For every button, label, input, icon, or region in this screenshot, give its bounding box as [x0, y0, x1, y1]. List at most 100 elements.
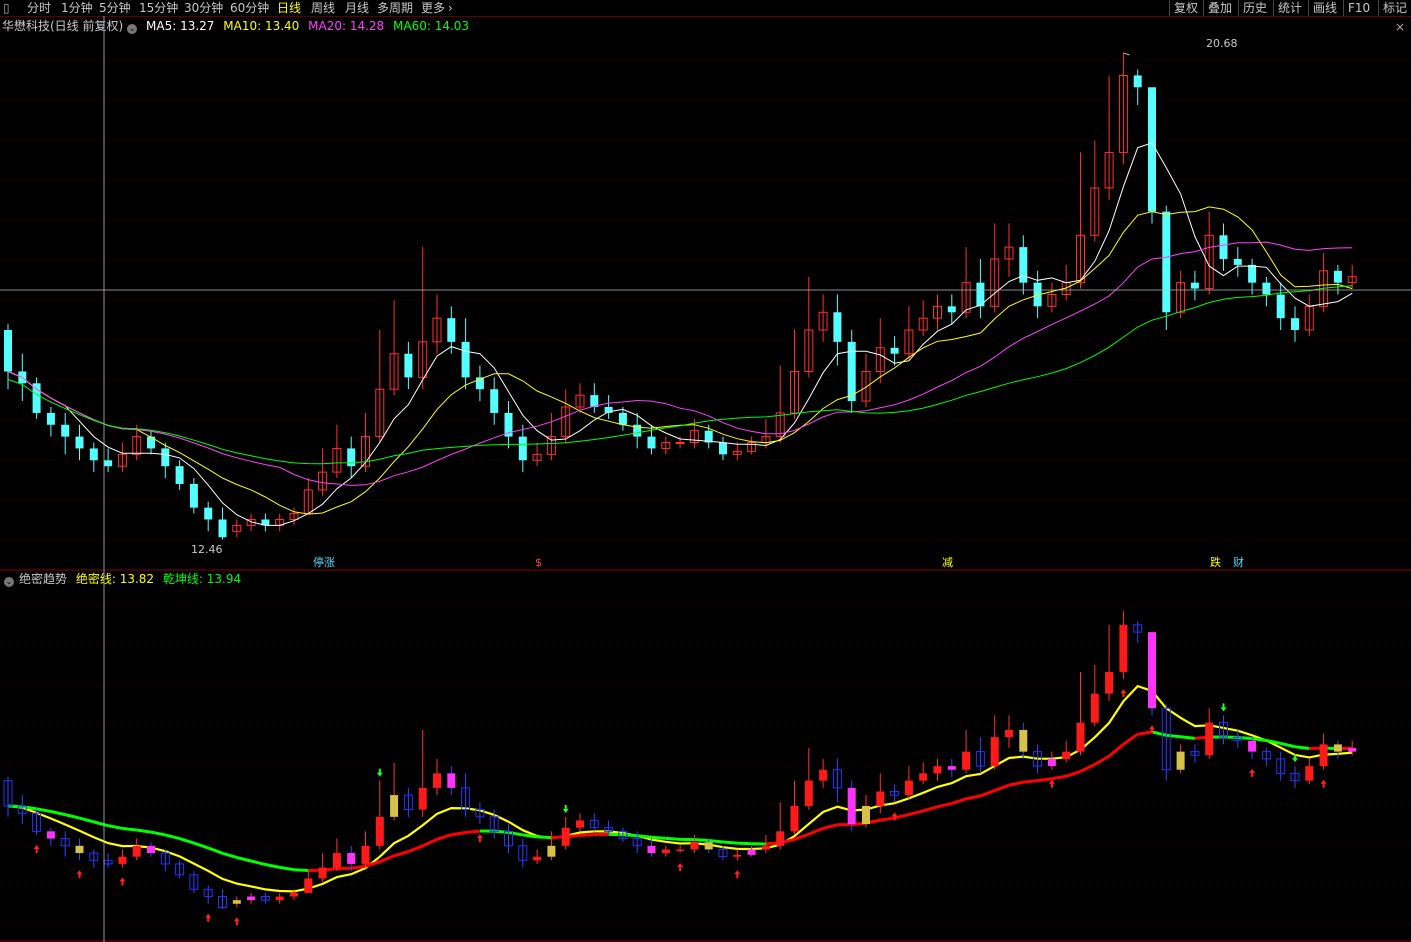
candle-body [1076, 234, 1085, 284]
trend-line-slow [236, 856, 252, 863]
candle-body [504, 412, 513, 437]
tab-period-multi[interactable]: 多周期 [377, 0, 413, 16]
candle-body [518, 436, 527, 461]
indicator-bar [1005, 729, 1013, 738]
candle-body [204, 507, 213, 520]
indicator-bar [218, 896, 227, 908]
indicator-bar [504, 830, 513, 847]
indicator-bar [576, 820, 584, 828]
candle-body [1204, 234, 1214, 290]
candle-body [1276, 294, 1285, 319]
candle-body [147, 436, 155, 449]
candle-body [747, 442, 757, 452]
candle-body [232, 524, 242, 532]
indicator-bar [661, 849, 670, 854]
candle-body [46, 412, 55, 425]
indicator-bar [304, 878, 313, 893]
candle-body [89, 448, 98, 461]
indicator-bar [704, 842, 713, 850]
candle-body [1347, 276, 1357, 284]
candle-body [1176, 282, 1186, 313]
indicator-bar [1233, 736, 1243, 742]
indicator-bar [1219, 722, 1228, 738]
indicator-bar [618, 830, 628, 840]
trend-line-slow [179, 837, 195, 845]
trend-line-slow [908, 809, 924, 816]
tab-period-15min[interactable]: 15分钟 [139, 0, 178, 16]
trend-line-slow [36, 807, 52, 813]
ma60-value: MA60: 14.03 [393, 19, 470, 33]
candle-body [875, 347, 885, 372]
indicator-bar [461, 787, 471, 811]
indicator-bar [547, 845, 556, 857]
close-icon[interactable]: × [1395, 20, 1405, 34]
tab-period-30min[interactable]: 30分钟 [184, 0, 223, 16]
indicator-bar [403, 794, 413, 811]
candle-body [361, 436, 370, 467]
trend-line-slow [1122, 732, 1139, 746]
restore-rights-button[interactable]: 复权 [1169, 0, 1202, 16]
candle-body [947, 306, 956, 313]
chevron-right-icon[interactable]: › [448, 0, 453, 16]
indicator-bar [375, 816, 384, 846]
toolbar-menu-icon[interactable]: ▯ [3, 0, 10, 16]
indicator-bar [32, 812, 42, 832]
indicator-bar [132, 845, 141, 857]
kline-chart[interactable]: 20.68 12.46 停涨 $ 减 跌 财 [0, 0, 1411, 942]
tab-period-month[interactable]: 月线 [345, 0, 369, 16]
indicator-bar [475, 809, 485, 818]
candle-body [318, 471, 328, 491]
trend-line-slow [250, 859, 266, 866]
mark-button[interactable]: 标记 [1378, 0, 1411, 16]
tab-period-realtime[interactable]: 分时 [27, 0, 51, 16]
tab-period-day[interactable]: 日线 [277, 0, 301, 16]
indicator-line2-value: 乾坤线: 13.94 [162, 572, 242, 586]
candle-body [1262, 282, 1271, 295]
indicator-bar [890, 790, 900, 796]
history-button[interactable]: 历史 [1238, 0, 1271, 16]
statistics-button[interactable]: 统计 [1273, 0, 1306, 16]
candle-body [161, 448, 170, 467]
candle-body [961, 282, 971, 313]
indicator-bar [1133, 624, 1143, 633]
candle-body [61, 424, 70, 437]
indicator-line1-value: 绝密线: 13.82 [75, 572, 155, 586]
indicator-bar [832, 769, 842, 789]
tab-period-1min[interactable]: 1分钟 [61, 0, 93, 16]
indicator-bar [103, 859, 113, 865]
ma10-value: MA10: 13.40 [223, 19, 300, 33]
overlay-button[interactable]: 叠加 [1203, 0, 1236, 16]
trend-line-slow [994, 783, 1010, 792]
chevron-down-icon[interactable]: ⌄ [4, 577, 14, 587]
candle-body [389, 353, 399, 390]
f10-button[interactable]: F10 [1343, 0, 1374, 16]
tab-period-week[interactable]: 周线 [311, 0, 335, 16]
trend-line-slow [579, 833, 595, 837]
indicator-bar [1019, 729, 1028, 752]
trend-line-slow [207, 846, 224, 855]
indicator-bar [690, 842, 699, 850]
candle-body [933, 305, 942, 319]
ma5-value: MA5: 13.27 [146, 19, 215, 33]
trend-line-slow [150, 830, 166, 837]
candle-body [461, 341, 470, 378]
candle-body [661, 442, 671, 449]
trend-line-slow [965, 794, 981, 801]
tab-period-more[interactable]: 更多 [421, 0, 445, 16]
tab-period-60min[interactable]: 60分钟 [230, 0, 269, 16]
trend-line-slow [422, 837, 438, 848]
candlesticks [4, 52, 1357, 540]
tab-period-5min[interactable]: 5分钟 [99, 0, 131, 16]
trend-line-slow [922, 805, 938, 813]
candle-body [861, 370, 871, 402]
draw-line-button[interactable]: 画线 [1308, 0, 1341, 16]
candle-body [1019, 247, 1028, 283]
indicator-bar [1090, 693, 1099, 723]
trend-line-slow [1237, 735, 1253, 741]
candle-body [804, 329, 814, 372]
indicator-bar [361, 845, 370, 864]
chevron-down-icon[interactable]: ⌄ [127, 24, 138, 34]
trend-line-slow [880, 816, 895, 822]
candle-body [1118, 74, 1128, 153]
indicator-bar [733, 854, 742, 857]
